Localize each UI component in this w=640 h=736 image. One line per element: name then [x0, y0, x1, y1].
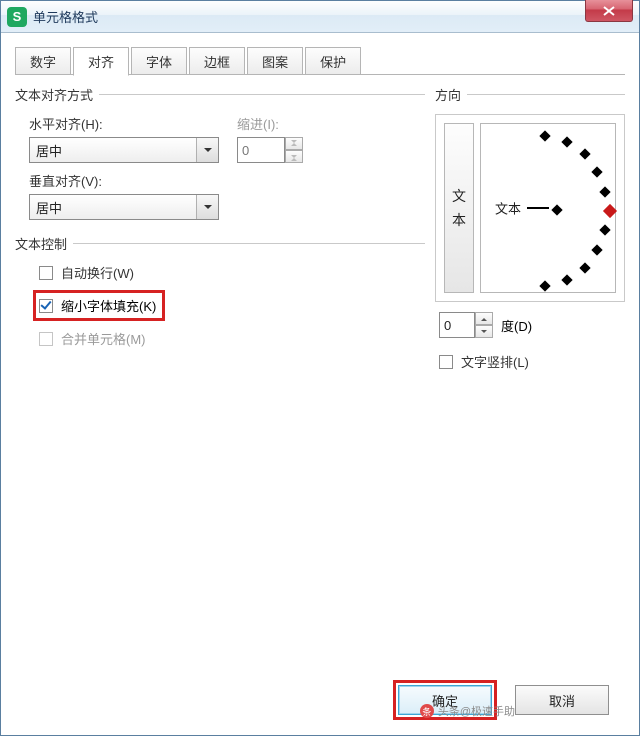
h-align-value: 居中 [36, 141, 62, 160]
vertical-cb-label: 文字竖排(L) [461, 352, 529, 371]
diamond-icon [561, 274, 572, 285]
diamond-icon [599, 186, 610, 197]
shrink-label: 缩小字体填充(K) [61, 296, 156, 315]
tab-bar: 数字 对齐 字体 边框 图案 保护 [15, 47, 625, 75]
content-row: 文本对齐方式 水平对齐(H): 居中 缩进(I): [15, 75, 625, 675]
tab-protect[interactable]: 保护 [305, 47, 361, 74]
vertical-cb-row[interactable]: 文字竖排(L) [435, 352, 625, 371]
direction-box: 文 本 文本 [435, 114, 625, 302]
diamond-icon [599, 224, 610, 235]
chevron-down-icon[interactable] [196, 138, 218, 162]
dial-line [527, 207, 549, 209]
left-column: 文本对齐方式 水平对齐(H): 居中 缩进(I): [15, 85, 435, 675]
right-column: 方向 文 本 文本 [435, 85, 625, 675]
window-title: 单元格格式 [33, 7, 98, 26]
tab-border[interactable]: 边框 [189, 47, 245, 74]
shrink-checkbox[interactable] [39, 299, 53, 313]
tab-alignment[interactable]: 对齐 [73, 47, 129, 76]
merge-checkbox [39, 332, 53, 346]
v-align-label: 垂直对齐(V): [29, 171, 219, 190]
text-control-group: 文本控制 自动换行(W) 缩小字体填充(K) [15, 234, 425, 348]
indent-spinner: 0 [237, 137, 303, 163]
degree-label: 度(D) [501, 316, 532, 335]
diamond-icon [579, 262, 590, 273]
wrap-row[interactable]: 自动换行(W) [15, 263, 425, 282]
tab-font[interactable]: 字体 [131, 47, 187, 74]
diamond-icon [591, 166, 602, 177]
degree-value[interactable]: 0 [439, 312, 475, 338]
client-area: 数字 对齐 字体 边框 图案 保护 文本对齐方式 水平对齐(H): [1, 33, 639, 735]
merge-label: 合并单元格(M) [61, 329, 146, 348]
cancel-button[interactable]: 取消 [515, 685, 609, 715]
app-icon: S [7, 7, 27, 27]
degree-row: 0 度(D) [435, 312, 625, 338]
direction-group: 方向 文 本 文本 [435, 85, 625, 371]
tab-number[interactable]: 数字 [15, 47, 71, 74]
vbtn-char2: 本 [452, 210, 466, 230]
indent-value: 0 [237, 137, 285, 163]
dial-label: 文本 [495, 199, 521, 218]
divider [99, 94, 425, 95]
divider [73, 243, 425, 244]
footer: 确定 取消 条 头条@极速手助 [15, 675, 625, 725]
close-icon [603, 6, 615, 16]
dialog-window: S 单元格格式 数字 对齐 字体 边框 图案 保护 文本对齐方式 [0, 0, 640, 736]
diamond-center-icon [551, 204, 562, 215]
watermark-text: 头条@极速手助 [438, 703, 515, 719]
v-align-value: 居中 [36, 198, 62, 217]
indent-label: 缩进(I): [237, 114, 303, 133]
diamond-icon [591, 244, 602, 255]
vbtn-char1: 文 [452, 186, 466, 206]
diamond-icon [579, 148, 590, 159]
degree-up[interactable] [475, 312, 493, 325]
indent-up [285, 137, 303, 150]
alignment-group: 文本对齐方式 水平对齐(H): 居中 缩进(I): [15, 85, 425, 220]
vertical-checkbox[interactable] [439, 355, 453, 369]
chevron-down-icon[interactable] [196, 195, 218, 219]
diamond-icon [539, 280, 550, 291]
diamond-icon [539, 130, 550, 141]
diamond-selected-icon [603, 204, 617, 218]
indent-down [285, 150, 303, 163]
divider [467, 94, 625, 95]
h-align-label: 水平对齐(H): [29, 114, 219, 133]
orientation-dial[interactable]: 文本 [480, 123, 616, 293]
wrap-checkbox[interactable] [39, 266, 53, 280]
wrap-label: 自动换行(W) [61, 263, 134, 282]
watermark: 条 头条@极速手助 [420, 703, 515, 719]
close-button[interactable] [585, 0, 633, 22]
diamond-icon [561, 136, 572, 147]
direction-title: 方向 [435, 85, 461, 104]
control-title: 文本控制 [15, 234, 67, 253]
merge-row: 合并单元格(M) [15, 329, 425, 348]
titlebar[interactable]: S 单元格格式 [1, 1, 639, 33]
alignment-title: 文本对齐方式 [15, 85, 93, 104]
tab-pattern[interactable]: 图案 [247, 47, 303, 74]
watermark-icon: 条 [420, 704, 434, 718]
shrink-highlight: 缩小字体填充(K) [33, 290, 165, 321]
v-align-combo[interactable]: 居中 [29, 194, 219, 220]
h-align-combo[interactable]: 居中 [29, 137, 219, 163]
degree-down[interactable] [475, 325, 493, 338]
vertical-text-button[interactable]: 文 本 [444, 123, 474, 293]
degree-spinner[interactable]: 0 [439, 312, 493, 338]
